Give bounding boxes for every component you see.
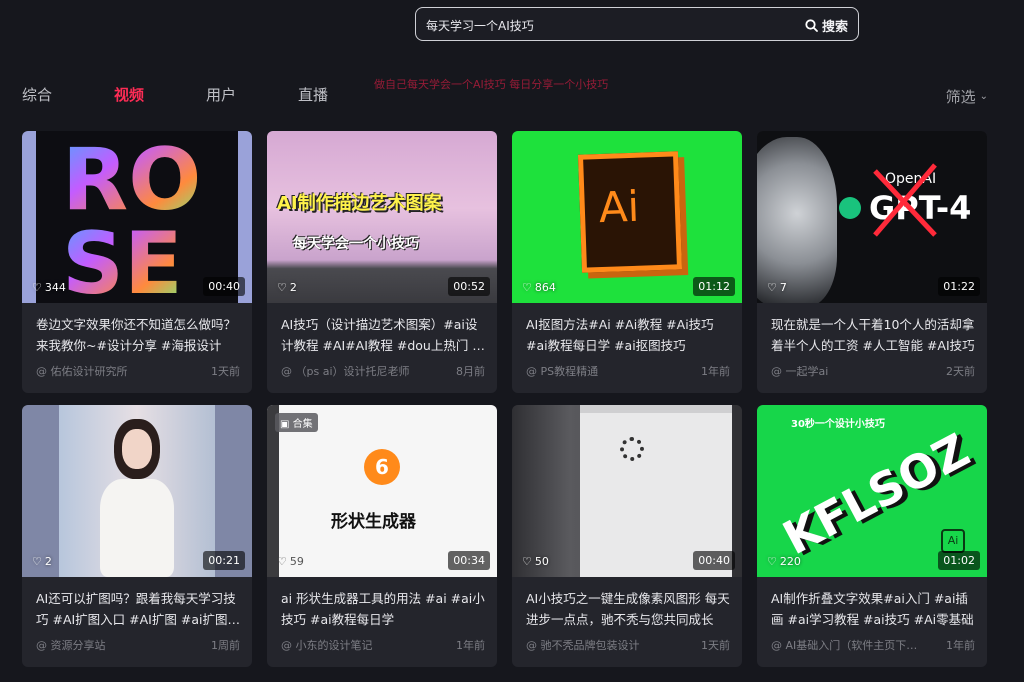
video-meta: @ AI基础入门（软件主页下载） 1年前 [771,637,975,653]
search-button[interactable]: 搜索 [801,14,852,36]
heart-icon: ♡ [767,281,777,294]
video-title[interactable]: ai 形状生成器工具的用法 #ai #ai小技巧 #ai教程每日学 [281,588,485,630]
video-duration: 00:40 [203,277,245,296]
video-thumbnail: Ai ♡ 864 01:12 [512,131,742,303]
collection-icon: ▣ [280,419,293,430]
heart-icon: ♡ [32,555,42,568]
video-time: 8月前 [456,365,485,378]
video-author[interactable]: @ 一起学ai [771,363,828,379]
search-input[interactable] [426,16,786,34]
thumbnail-title: 形状生成器 [331,512,416,532]
video-title[interactable]: AI还可以扩图吗？跟着我每天学习技巧 #AI扩图入口 #AI扩图 #ai扩图教程 [36,588,240,630]
video-card[interactable]: ♡ 50 00:40 AI小技巧之一键生成像素风图形 每天进步一点点，驰不秃与您共… [512,405,742,667]
number-circle: 6 [364,449,400,485]
like-count: ♡ 2 [277,281,297,294]
category-tabs: 综合 视频 用户 直播 [22,84,390,105]
video-duration: 00:34 [448,551,490,570]
like-count: ♡ 50 [522,555,549,568]
video-grid: RO SE ♡ 344 00:40 卷边文字效果你还不知道怎么做吗？来我教你~#设… [22,131,992,667]
video-thumbnail: ▣ 合集 6 形状生成器 ♡ 59 00:34 [267,405,497,577]
thumbnail-subtitle: 30秒一个设计小技巧 [791,419,885,430]
video-meta: @ （ps ai）设计托尼老师 8月前 [281,363,485,379]
collection-badge: ▣ 合集 [275,413,318,432]
like-count: ♡ 220 [767,555,801,568]
filter-label: 筛选 [945,88,976,106]
video-time: 1周前 [211,639,240,652]
filter-dropdown[interactable]: 筛选 ⌄ [946,86,988,107]
like-count: ♡ 864 [522,281,556,294]
video-title[interactable]: AI技巧（设计描边艺术图案）#ai设计教程 #AI#AI教程 #dou上热门 #… [281,314,485,356]
heart-icon: ♡ [767,555,777,568]
video-time: 1天前 [701,639,730,652]
video-duration: 00:52 [448,277,490,296]
heart-icon: ♡ [277,555,287,568]
video-card[interactable]: ▣ 合集 6 形状生成器 ♡ 59 00:34 ai 形状生成器工具的用法 #ai… [267,405,497,667]
video-title[interactable]: 卷边文字效果你还不知道怎么做吗？来我教你~#设计分享 #海报设计 [36,314,240,356]
video-title[interactable]: AI小技巧之一键生成像素风图形 每天进步一点点，驰不秃与您共同成长 [526,588,730,630]
video-author[interactable]: @ 资源分享站 [36,637,106,653]
search-icon [805,18,818,32]
overlay-watermark: 做自己每天学会一个AI技巧 每日分享一个小技巧 [374,78,609,91]
heart-icon: ♡ [522,555,532,568]
video-thumbnail: RO SE ♡ 344 00:40 [22,131,252,303]
video-time: 1年前 [456,639,485,652]
video-thumbnail: ♡ 50 00:40 [512,405,742,577]
search-bar: 搜索 [415,7,859,41]
thumbnail-subtitle: 每天学会一个小技巧 [293,236,419,252]
video-author[interactable]: @ 驰不秃品牌包装设计 [526,637,640,653]
video-duration: 01:22 [938,277,980,296]
like-count: ♡ 59 [277,555,304,568]
video-author[interactable]: @ （ps ai）设计托尼老师 [281,363,410,379]
video-meta: @ 一起学ai 2天前 [771,363,975,379]
video-card[interactable]: 30秒一个设计小技巧 KFLSOZ Ai ♡ 220 01:02 AI制作折叠文字… [757,405,987,667]
video-duration: 01:12 [693,277,735,296]
video-title[interactable]: 现在就是一个人干着10个人的活却拿着半个人的工资 #人工智能 #AI技巧 [771,314,975,356]
video-author[interactable]: @ PS教程精通 [526,363,598,379]
video-card[interactable]: AI制作描边艺术图案 每天学会一个小技巧 ♡ 2 00:52 AI技巧（设计描边艺… [267,131,497,393]
portrait-image [92,419,182,577]
video-card[interactable]: RO SE ♡ 344 00:40 卷边文字效果你还不知道怎么做吗？来我教你~#设… [22,131,252,393]
video-meta: @ 佑佑设计研究所 1天前 [36,363,240,379]
video-thumbnail: ♡ 2 00:21 [22,405,252,577]
tab-general[interactable]: 综合 [22,84,52,105]
video-card[interactable]: ♡ 2 00:21 AI还可以扩图吗？跟着我每天学习技巧 #AI扩图入口 #AI扩… [22,405,252,667]
video-duration: 01:02 [938,551,980,570]
video-author[interactable]: @ AI基础入门（软件主页下载） [771,637,921,653]
like-count: ♡ 344 [32,281,66,294]
video-duration: 00:21 [203,551,245,570]
video-meta: @ 资源分享站 1周前 [36,637,240,653]
thumbnail-title: AI制作描边艺术图案 [277,193,442,214]
tab-live[interactable]: 直播 [298,84,328,105]
video-card[interactable]: OpenAI GPT-4 ♡ 7 01:22 现在就是一个人干着10个人的活却拿着… [757,131,987,393]
video-meta: @ 小东的设计笔记 1年前 [281,637,485,653]
tab-video[interactable]: 视频 [114,84,144,105]
video-time: 1年前 [946,639,975,652]
heart-icon: ♡ [522,281,532,294]
video-meta: @ 驰不秃品牌包装设计 1天前 [526,637,730,653]
chevron-down-icon: ⌄ [979,91,988,102]
video-title[interactable]: AI制作折叠文字效果#ai入门 #ai插画 #ai学习教程 #ai技巧 #Ai零… [771,588,975,630]
heart-icon: ♡ [277,281,287,294]
video-thumbnail: OpenAI GPT-4 ♡ 7 01:22 [757,131,987,303]
heart-icon: ♡ [32,281,42,294]
video-thumbnail: 30秒一个设计小技巧 KFLSOZ Ai ♡ 220 01:02 [757,405,987,577]
like-count: ♡ 7 [767,281,787,294]
search-button-label: 搜索 [821,19,848,35]
video-meta: @ PS教程精通 1年前 [526,363,730,379]
video-time: 1年前 [701,365,730,378]
svg-text:SE: SE [62,214,183,303]
tab-users[interactable]: 用户 [206,84,236,105]
video-card[interactable]: Ai ♡ 864 01:12 AI抠图方法#Ai #Ai教程 #Ai技巧 #ai教… [512,131,742,393]
video-duration: 00:40 [693,551,735,570]
like-count: ♡ 2 [32,555,52,568]
video-time: 1天前 [211,365,240,378]
illustrator-logo: Ai [577,151,683,273]
video-time: 2天前 [946,365,975,378]
video-author[interactable]: @ 小东的设计笔记 [281,637,373,653]
illustrator-mini-icon: Ai [941,529,965,553]
video-author[interactable]: @ 佑佑设计研究所 [36,363,128,379]
video-title[interactable]: AI抠图方法#Ai #Ai教程 #Ai技巧 #ai教程每日学 #ai抠图技巧 [526,314,730,356]
video-thumbnail: AI制作描边艺术图案 每天学会一个小技巧 ♡ 2 00:52 [267,131,497,303]
